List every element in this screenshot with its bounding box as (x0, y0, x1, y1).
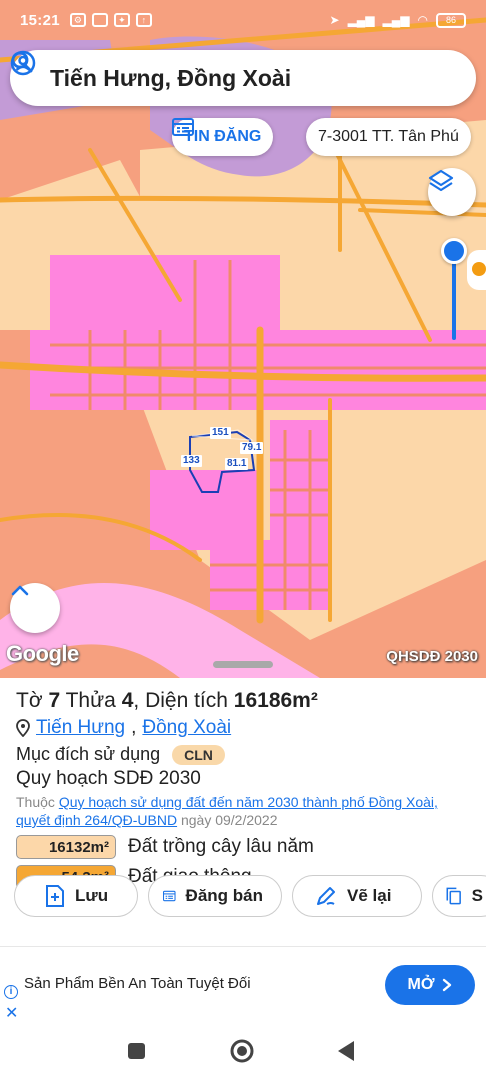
ad-open-button[interactable]: MỞ (385, 965, 475, 1005)
copy-label: S (471, 886, 483, 905)
signal-icon: ▂▄▆ (347, 13, 375, 27)
layers-icon (428, 169, 454, 192)
land-use-row: 16132m² Đất trồng cây lâu năm (16, 835, 470, 859)
opacity-slider-knob[interactable] (441, 238, 467, 264)
battery-icon: 86 (436, 12, 466, 28)
source-date: ngày 09/2/2022 (180, 812, 278, 828)
copy-button[interactable]: S (432, 875, 486, 917)
back-icon (338, 1041, 354, 1061)
add-document-icon (46, 885, 64, 907)
ward-link[interactable]: Tiến Hưng (36, 717, 125, 739)
thua-number: 4 (121, 689, 134, 712)
signal-icon-2: ▂▄▆ (382, 13, 410, 27)
pen-icon (317, 887, 335, 905)
tin-dang-label: TIN ĐĂNG (184, 128, 262, 145)
save-label: Lưu (75, 886, 109, 905)
plan-heading: Quy hoạch SDĐ 2030 (16, 768, 201, 789)
area-label: Diện tích (145, 689, 228, 712)
land-use-area: 16132m² (16, 835, 116, 859)
plan-source: Thuộc Quy hoạch sử dụng đất đến năm 2030… (16, 793, 470, 829)
thua-label: Thửa (65, 689, 116, 712)
purpose-badge: CLN (172, 744, 225, 765)
ad-text: Sản Phẩm Bền An Toàn Tuyệt Đối (24, 975, 251, 992)
parcel-info-sheet: Tờ 7 Thửa 4, Diện tích 16186m² Tiến Hưng… (0, 678, 486, 946)
to-label: Tờ (16, 689, 43, 712)
gift-status-icon: ✦ (113, 13, 130, 27)
copy-icon (446, 887, 461, 905)
map-sheet-chip[interactable]: 7-3001 TT. Tân Phú (306, 118, 471, 156)
search-bar[interactable]: Tiến Hưng, Đồng Xoài (10, 50, 476, 106)
plot-edge-label: 151 (210, 427, 231, 439)
system-nav-bar (0, 1022, 486, 1080)
city-link[interactable]: Đồng Xoài (142, 717, 231, 739)
location-row: Tiến Hưng, Đồng Xoài (16, 717, 470, 739)
ad-banner[interactable]: i ✕ Sản Phẩm Bền An Toàn Tuyệt Đối MỞ (0, 946, 486, 1022)
upload-status-icon: ↑ (135, 13, 152, 27)
expand-up-button[interactable] (10, 583, 60, 633)
plot-edge-label: 133 (181, 455, 202, 467)
location-status-icon: ➤ (329, 13, 340, 27)
purpose-label: Mục đích sử dụng (16, 744, 161, 764)
listing-icon (163, 890, 176, 902)
source-prefix: Thuộc (16, 794, 55, 810)
search-title[interactable]: Tiến Hưng, Đồng Xoài (50, 65, 458, 92)
listing-icon (172, 118, 194, 136)
ad-open-label: MỞ (407, 976, 435, 993)
location-pin-icon (16, 719, 30, 737)
redraw-label: Vẽ lại (347, 886, 392, 905)
side-panel-dot (472, 262, 486, 276)
search-icon[interactable] (10, 50, 34, 74)
recent-apps-icon (128, 1043, 145, 1059)
map-view[interactable]: 151 79.1 133 81.1 15:21 ⚙ ✦ ↑ ➤ ▂▄▆ ▂▄▆ … (0, 0, 486, 678)
land-use-label: Đất trồng cây lâu năm (128, 836, 314, 857)
sheet-drag-handle[interactable] (213, 661, 273, 668)
chevron-up-icon (11, 585, 29, 596)
nav-buttons (128, 1039, 354, 1063)
action-bar: Lưu Đăng bán Vẽ lại S (14, 875, 486, 917)
plot-edge-label: 81.1 (225, 458, 249, 470)
plot-edge-label: 79.1 (240, 442, 264, 454)
parcel-title: Tờ 7 Thửa 4, Diện tích 16186m² (16, 689, 318, 712)
wifi-icon: ◠ (417, 13, 428, 27)
redraw-button[interactable]: Vẽ lại (292, 875, 422, 917)
purpose-row: Mục đích sử dụng CLN (16, 744, 470, 765)
ad-info-icon[interactable]: i (4, 985, 18, 999)
chevron-right-icon (443, 978, 452, 992)
parcel-area: 16186m² (233, 689, 318, 712)
urban-zone-5 (270, 420, 330, 540)
status-bar: 15:21 ⚙ ✦ ↑ ➤ ▂▄▆ ▂▄▆ ◠ 86 (0, 0, 486, 40)
image-status-icon (91, 13, 108, 27)
urban-zone-4 (210, 540, 330, 610)
google-logo: Google (6, 641, 79, 666)
status-time: 15:21 (20, 11, 60, 29)
tin-dang-chip[interactable]: TIN ĐĂNG (172, 118, 274, 156)
ad-close-icon[interactable]: ✕ (5, 1003, 18, 1023)
to-number: 7 (48, 689, 61, 712)
post-sale-button[interactable]: Đăng bán (148, 875, 282, 917)
post-sale-label: Đăng bán (185, 886, 263, 905)
urban-zone-2 (50, 255, 280, 335)
settings-status-icon: ⚙ (69, 13, 86, 27)
save-button[interactable]: Lưu (14, 875, 138, 917)
plan-layer-tag: QHSDĐ 2030 (386, 648, 478, 665)
layers-button[interactable] (428, 168, 476, 216)
